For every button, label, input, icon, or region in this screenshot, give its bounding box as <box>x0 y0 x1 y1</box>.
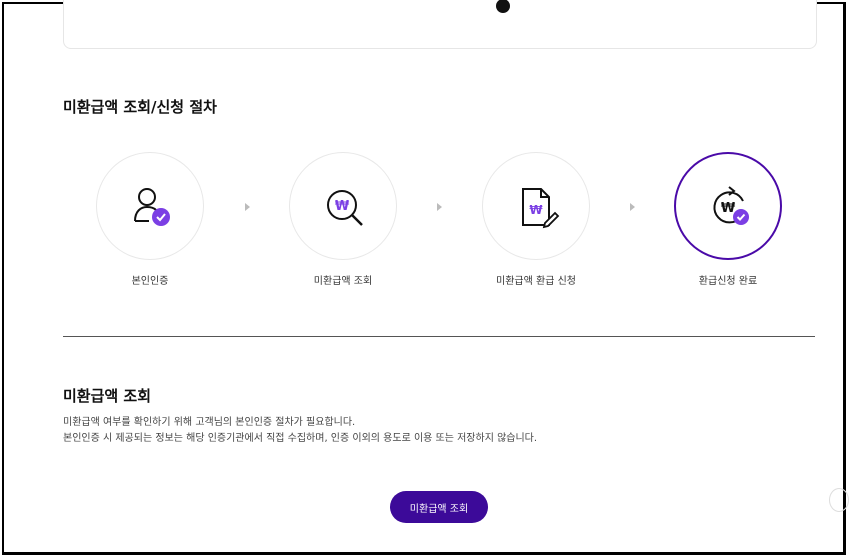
inquiry-description-line1: 미환급액 여부를 확인하기 위해 고객님의 본인인증 절차가 필요합니다. <box>63 417 356 428</box>
frame-shadow-bottom <box>4 552 846 555</box>
section-divider <box>63 336 815 337</box>
svg-text:₩: ₩ <box>721 201 736 216</box>
step-circle: ₩ <box>482 152 590 260</box>
frame-shadow-right <box>843 4 846 553</box>
floating-button-edge[interactable] <box>829 488 849 512</box>
step-circle <box>96 152 204 260</box>
step-refund-application: ₩ 미환급액 환급 신청 <box>481 152 591 287</box>
svg-text:₩: ₩ <box>335 199 350 214</box>
chevron-right-icon <box>245 203 250 211</box>
won-search-icon: ₩ <box>327 190 363 226</box>
step-circle-active: ₩ <box>674 152 782 260</box>
step-circle: ₩ <box>289 152 397 260</box>
step-label: 미환급액 환급 신청 <box>496 276 576 287</box>
step-refund-inquiry: ₩ 미환급액 조회 <box>288 152 398 287</box>
step-label: 미환급액 조회 <box>313 276 373 287</box>
refund-inquiry-button[interactable]: 미환급액 조회 <box>390 491 488 523</box>
chevron-right-icon <box>437 203 442 211</box>
step-refund-complete: ₩ 환급신청 완료 <box>673 152 783 287</box>
chevron-right-icon <box>630 203 635 211</box>
svg-text:₩: ₩ <box>529 203 543 217</box>
top-info-card <box>63 0 817 49</box>
radio-dot-icon[interactable] <box>496 0 510 13</box>
won-document-edit-icon: ₩ <box>522 188 560 229</box>
inquiry-title: 미환급액 조회 <box>63 387 152 405</box>
won-refresh-check-icon: ₩ <box>713 186 749 225</box>
user-check-icon <box>134 188 170 226</box>
inquiry-description-line2: 본인인증 시 제공되는 정보는 해당 인증기관에서 직접 수집하며, 인증 이외… <box>63 433 538 444</box>
process-title: 미환급액 조회/신청 절차 <box>63 98 217 116</box>
step-label: 본인인증 <box>131 276 169 287</box>
step-identity-verification: 본인인증 <box>95 152 205 287</box>
step-label: 환급신청 완료 <box>698 276 758 287</box>
